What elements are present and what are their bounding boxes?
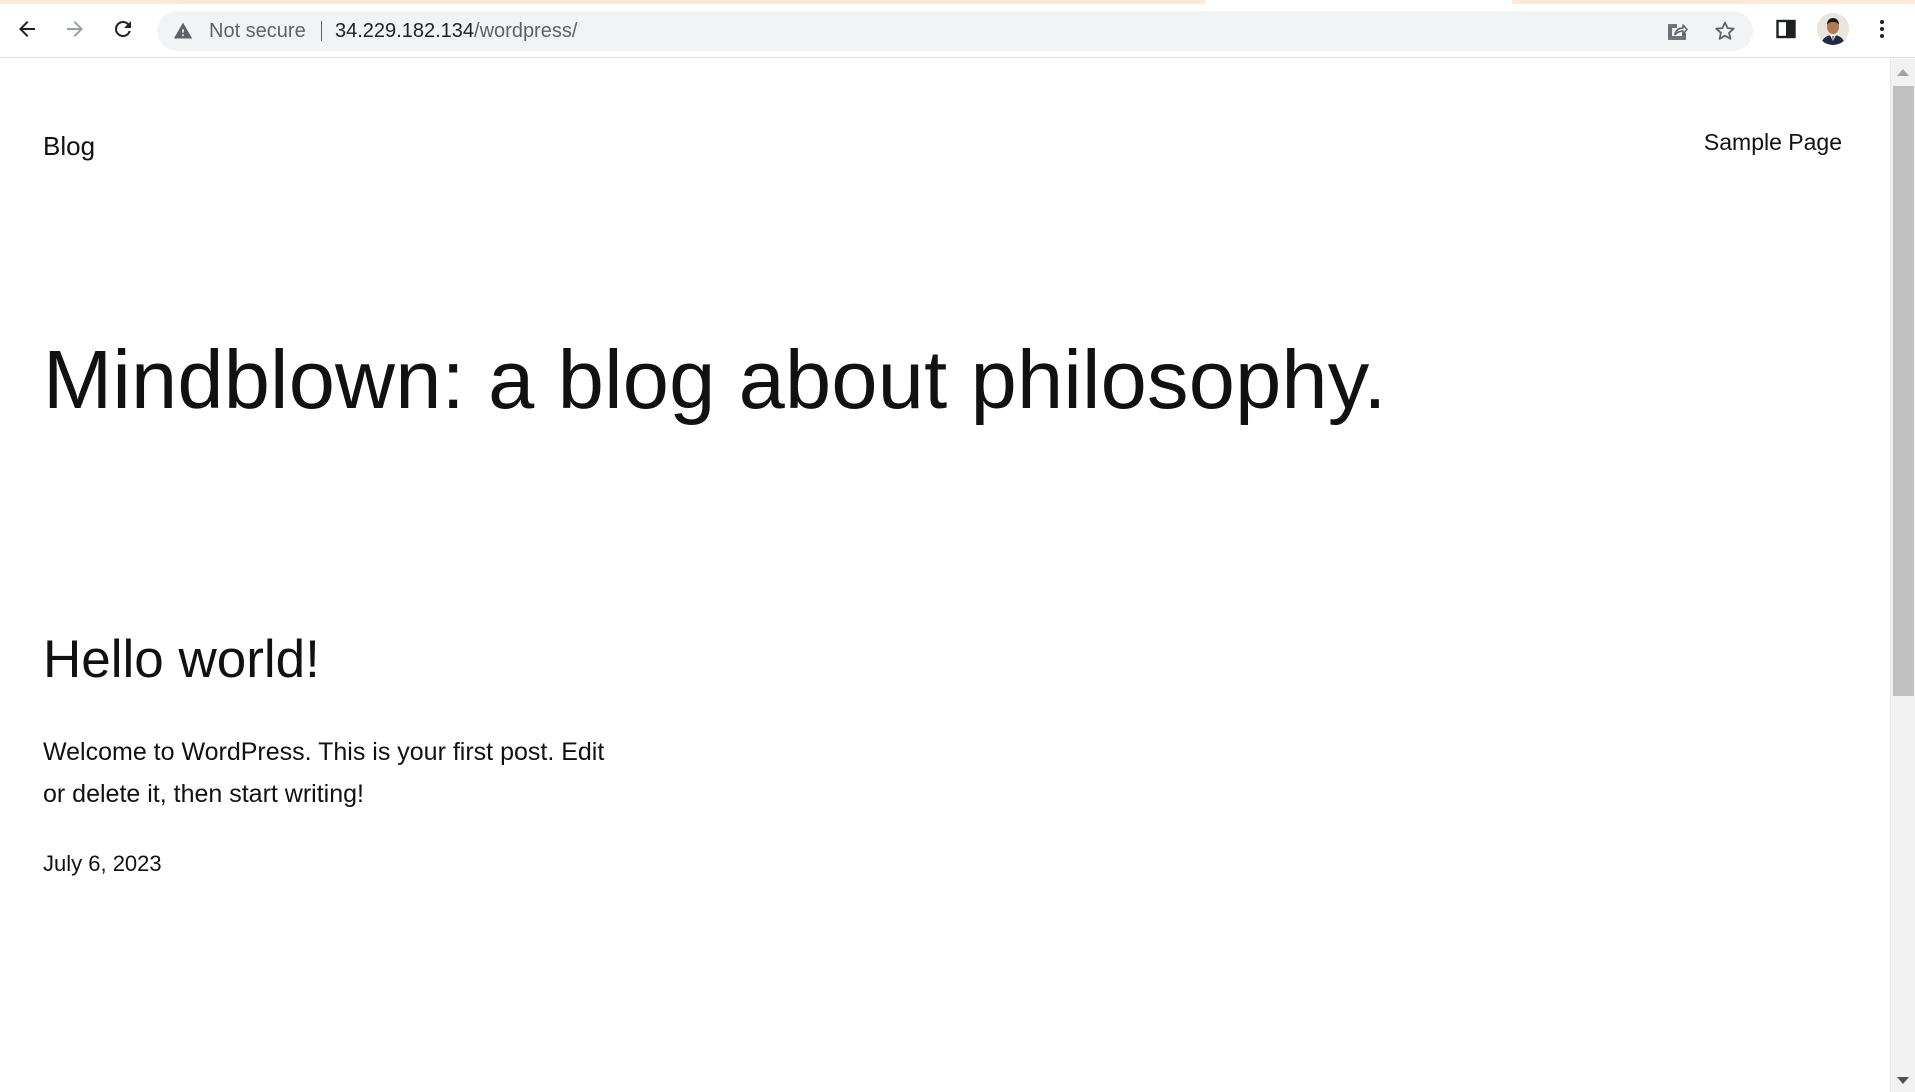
tab-strip-accent [0, 0, 1915, 4]
arrow-left-icon [19, 21, 35, 37]
address-bar[interactable]: Not secure 34.229.182.134/wordpress/ [157, 11, 1753, 51]
browser-toolbar: Not secure 34.229.182.134/wordpress/ [0, 0, 1915, 58]
kebab-menu-icon [1880, 20, 1884, 38]
page-content: Blog Sample Page Mindblown: a blog about… [0, 59, 1890, 1092]
site-tagline-heading: Mindblown: a blog about philosophy. [43, 333, 1387, 426]
post-title-link[interactable]: Hello world! [43, 629, 320, 690]
side-panel-button[interactable] [1771, 14, 1801, 44]
address-divider [321, 21, 322, 41]
vertical-scrollbar[interactable] [1890, 59, 1915, 1092]
forward-button[interactable] [57, 11, 93, 47]
arrow-right-icon [67, 21, 83, 37]
scroll-down-arrow-icon[interactable] [1897, 1077, 1909, 1084]
avatar[interactable] [1817, 13, 1849, 45]
post-excerpt: Welcome to WordPress. This is your first… [43, 738, 605, 808]
browser-menu-button[interactable] [1867, 14, 1897, 44]
star-icon[interactable] [1713, 19, 1737, 43]
reload-icon [114, 20, 131, 37]
url-text[interactable]: 34.229.182.134/wordpress/ [335, 20, 577, 42]
reload-button[interactable] [105, 11, 141, 47]
profile-photo-icon [1817, 13, 1849, 45]
post-date: July 6, 2023 [43, 851, 162, 876]
url-path: /wordpress/ [474, 20, 578, 42]
warning-triangle-icon[interactable] [173, 21, 193, 41]
security-status-label[interactable]: Not secure [209, 20, 306, 42]
scrollbar-thumb[interactable] [1893, 86, 1914, 696]
site-title-link[interactable]: Blog [43, 131, 95, 162]
back-button[interactable] [9, 11, 45, 47]
url-host: 34.229.182.134 [335, 20, 475, 42]
side-panel-icon [1776, 19, 1796, 39]
share-icon[interactable] [1665, 19, 1689, 43]
scroll-up-arrow-icon[interactable] [1897, 69, 1909, 76]
nav-link-sample-page[interactable]: Sample Page [1704, 129, 1842, 156]
